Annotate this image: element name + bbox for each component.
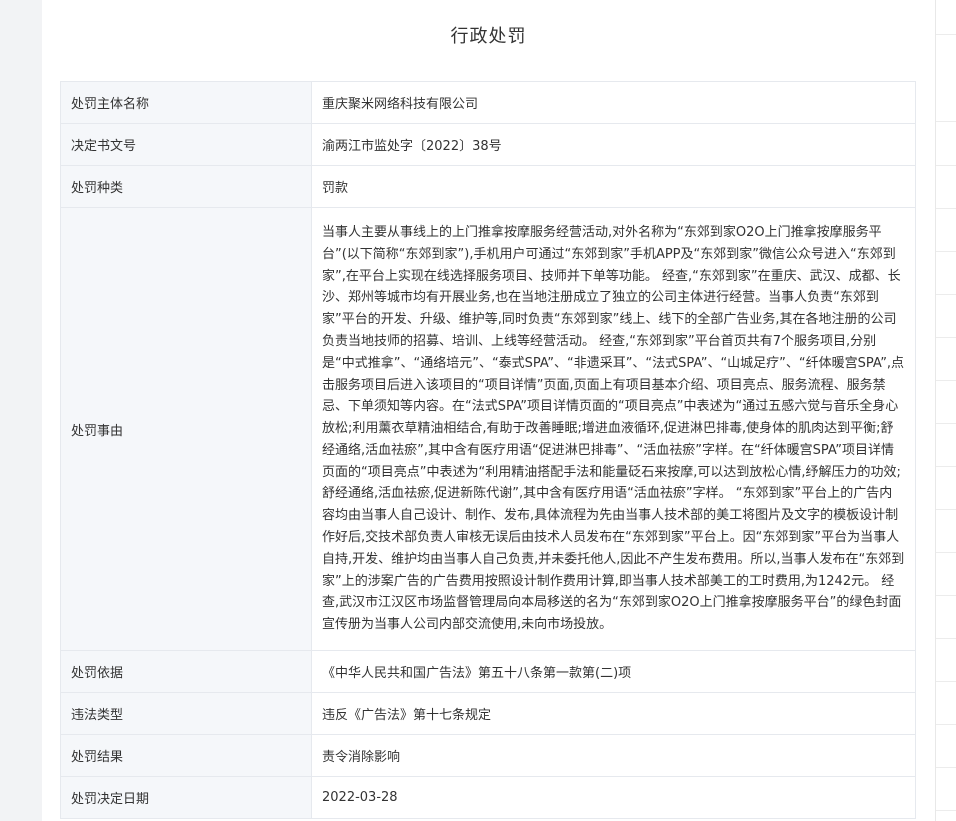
- adjacent-panel-edge: [935, 0, 956, 821]
- table-row: 违法类型 违反《广告法》第十七条规定: [60, 692, 916, 735]
- table-row: 处罚结果 责令消除影响: [60, 734, 916, 777]
- divider: [936, 595, 956, 596]
- field-value-decision-date: 2022-03-28: [311, 776, 916, 819]
- field-label-penalty-type: 处罚种类: [60, 165, 312, 208]
- field-label-penalty-result: 处罚结果: [60, 734, 312, 777]
- field-label-subject-name: 处罚主体名称: [60, 81, 312, 124]
- divider: [936, 251, 956, 252]
- divider: [936, 208, 956, 209]
- table-row: 决定书文号 渝两江市监处字〔2022〕38号: [60, 123, 916, 166]
- divider: [936, 121, 956, 122]
- table-row: 处罚决定日期 2022-03-28: [60, 776, 916, 819]
- divider: [936, 638, 956, 639]
- field-label-penalty-reason: 处罚事由: [60, 207, 312, 651]
- divider: [936, 810, 956, 811]
- field-value-violation-type: 违反《广告法》第十七条规定: [311, 692, 916, 735]
- divider: [936, 509, 956, 510]
- field-value-penalty-basis: 《中华人民共和国广告法》第五十八条第一款第(二)项: [311, 650, 916, 693]
- field-value-decision-number: 渝两江市监处字〔2022〕38号: [311, 123, 916, 166]
- field-label-penalty-basis: 处罚依据: [60, 650, 312, 693]
- field-value-penalty-result: 责令消除影响: [311, 734, 916, 777]
- penalty-reason-text: 当事人主要从事线上的上门推拿按摩服务经营活动,对外名称为“东郊到家O2O上门推拿…: [322, 224, 905, 633]
- divider: [936, 767, 956, 768]
- field-label-decision-number: 决定书文号: [60, 123, 312, 166]
- field-label-violation-type: 违法类型: [60, 692, 312, 735]
- field-value-penalty-type: 罚款: [311, 165, 916, 208]
- divider: [936, 423, 956, 424]
- table-row: 处罚事由 当事人主要从事线上的上门推拿按摩服务经营活动,对外名称为“东郊到家O2…: [60, 207, 916, 651]
- field-value-subject-name: 重庆聚米网络科技有限公司: [311, 81, 916, 124]
- penalty-info-table: 处罚主体名称 重庆聚米网络科技有限公司 决定书文号 渝两江市监处字〔2022〕3…: [60, 81, 916, 819]
- field-label-decision-date: 处罚决定日期: [60, 776, 312, 819]
- divider: [936, 380, 956, 381]
- divider: [936, 165, 956, 166]
- field-value-penalty-reason: 当事人主要从事线上的上门推拿按摩服务经营活动,对外名称为“东郊到家O2O上门推拿…: [311, 207, 916, 651]
- page-title: 行政处罚: [450, 26, 527, 47]
- divider: [936, 681, 956, 682]
- divider: [936, 724, 956, 725]
- table-row: 处罚种类 罚款: [60, 165, 916, 208]
- divider: [936, 466, 956, 467]
- divider: [936, 294, 956, 295]
- divider: [936, 34, 956, 35]
- penalty-detail-panel: 行政处罚 处罚主体名称 重庆聚米网络科技有限公司 决定书文号 渝两江市监处字〔2…: [42, 0, 935, 821]
- table-row: 处罚依据 《中华人民共和国广告法》第五十八条第一款第(二)项: [60, 650, 916, 693]
- divider: [936, 552, 956, 553]
- divider: [936, 337, 956, 338]
- table-row: 处罚主体名称 重庆聚米网络科技有限公司: [60, 81, 916, 124]
